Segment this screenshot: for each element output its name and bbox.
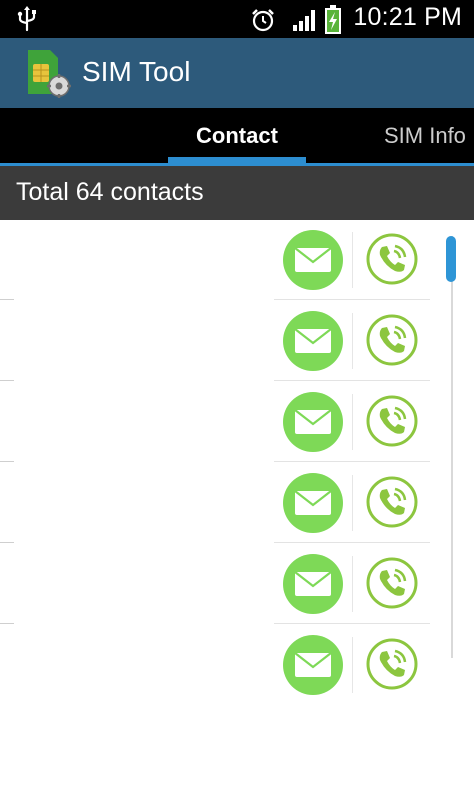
contact-list xyxy=(0,220,474,790)
message-icon[interactable] xyxy=(282,553,344,615)
list-item[interactable] xyxy=(0,625,440,705)
action-divider xyxy=(352,475,353,531)
sim-card-icon xyxy=(28,50,71,98)
action-divider xyxy=(352,556,353,612)
row-separator xyxy=(274,299,430,300)
status-clock: 10:21 PM xyxy=(353,3,462,31)
action-bar: SIM Tool xyxy=(0,38,474,108)
list-item[interactable] xyxy=(0,382,440,462)
tab-contact-label: Contact xyxy=(196,123,278,148)
tab-bar: Contact SIM Info xyxy=(0,108,474,166)
signal-icon xyxy=(293,10,315,31)
call-icon[interactable] xyxy=(365,475,419,529)
tab-contact[interactable]: Contact xyxy=(168,108,306,163)
usb-icon xyxy=(17,6,36,32)
message-icon[interactable] xyxy=(282,310,344,372)
contacts-count-text: Total 64 contacts xyxy=(16,178,204,206)
row-separator xyxy=(0,542,14,543)
tab-sim-info[interactable]: SIM Info xyxy=(384,108,474,163)
tab-sim-info-label: SIM Info xyxy=(384,123,466,148)
tab-indicator xyxy=(168,157,306,163)
list-item[interactable] xyxy=(0,220,440,300)
row-separator xyxy=(274,542,430,543)
action-divider xyxy=(352,394,353,450)
row-separator xyxy=(0,461,14,462)
list-item[interactable] xyxy=(0,544,440,624)
list-item[interactable] xyxy=(0,301,440,381)
action-divider xyxy=(352,232,353,288)
message-icon[interactable] xyxy=(282,634,344,696)
row-separator xyxy=(274,623,430,624)
battery-charging-icon xyxy=(325,5,341,34)
action-divider xyxy=(352,313,353,369)
message-icon[interactable] xyxy=(282,229,344,291)
call-icon[interactable] xyxy=(365,556,419,610)
alarm-icon xyxy=(252,9,274,32)
action-divider xyxy=(352,637,353,693)
call-icon[interactable] xyxy=(365,637,419,691)
row-separator xyxy=(0,380,14,381)
message-icon[interactable] xyxy=(282,391,344,453)
app-title: SIM Tool xyxy=(82,56,191,87)
call-icon[interactable] xyxy=(365,313,419,367)
scrollbar-thumb[interactable] xyxy=(446,236,456,282)
call-icon[interactable] xyxy=(365,232,419,286)
row-separator xyxy=(0,623,14,624)
scrollbar-track[interactable] xyxy=(451,236,453,658)
status-bar: 10:21 PM xyxy=(0,0,474,38)
row-separator xyxy=(0,299,14,300)
list-item[interactable] xyxy=(0,463,440,543)
contacts-summary-bar: Total 64 contacts xyxy=(0,166,474,220)
message-icon[interactable] xyxy=(282,472,344,534)
row-separator xyxy=(274,380,430,381)
row-separator xyxy=(274,461,430,462)
call-icon[interactable] xyxy=(365,394,419,448)
